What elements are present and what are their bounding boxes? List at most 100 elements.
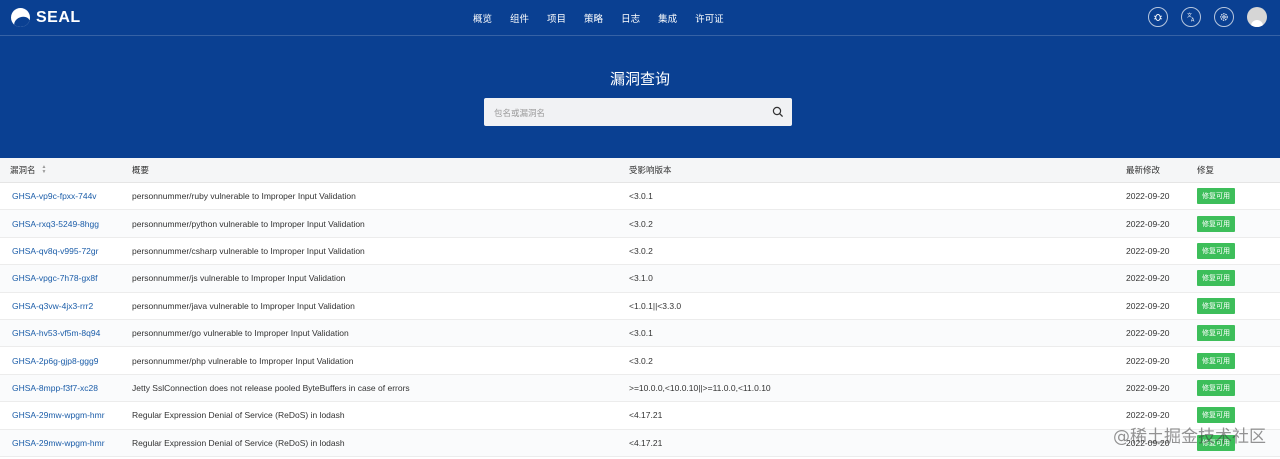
column-header-name[interactable]: 漏洞名 ▲ ▼ (0, 164, 120, 176)
status-badge: 修复可用 (1197, 352, 1235, 369)
status-badge: 修复可用 (1197, 270, 1235, 287)
column-header-summary: 概要 (132, 165, 150, 175)
table-row[interactable]: GHSA-q3vw-4jx3-rrr2 personnummer/java vul… (0, 293, 1280, 320)
status-badge: 修复可用 (1197, 325, 1235, 342)
vuln-name-link[interactable]: GHSA-rxq3-5249-8hgg (12, 219, 99, 229)
vuln-name-link[interactable]: GHSA-2p6g-gjp8-ggg9 (12, 356, 98, 366)
vuln-summary: personnummer/python vulnerable to Improp… (132, 218, 365, 229)
table-row[interactable]: GHSA-vp9c-fpxx-744v personnummer/ruby vul… (0, 183, 1280, 211)
bug-icon[interactable] (1148, 7, 1168, 27)
cell-name: GHSA-2p6g-gjp8-ggg9 (0, 356, 120, 366)
nav-item-logs[interactable]: 日志 (621, 11, 640, 25)
cell-fix: 修复可用 (1187, 215, 1267, 232)
avatar[interactable] (1247, 7, 1267, 27)
seal-logo-icon (11, 8, 30, 27)
settings-icon[interactable] (1214, 7, 1234, 27)
cell-name: GHSA-8mpp-f3f7-xc28 (0, 383, 120, 393)
cell-name: GHSA-q3vw-4jx3-rrr2 (0, 301, 120, 311)
table-header: 漏洞名 ▲ ▼ 概要 受影响版本 最新修改 修复 (0, 158, 1280, 183)
cell-name: GHSA-vp9c-fpxx-744v (0, 191, 120, 201)
vuln-name-link[interactable]: GHSA-q3vw-4jx3-rrr2 (12, 301, 93, 311)
vuln-name-link[interactable]: GHSA-vp9c-fpxx-744v (12, 191, 97, 201)
header: SEAL 概览 组件 项目 策略 日志 集成 许可证 文A 漏洞查询 (0, 0, 1280, 158)
status-badge: 修复可用 (1197, 297, 1235, 314)
vuln-name-link[interactable]: GHSA-29mw-wpgm-hmr (12, 410, 105, 420)
cell-fix: 修复可用 (1187, 379, 1267, 396)
status-badge: 修复可用 (1197, 242, 1235, 259)
vuln-name-link[interactable]: GHSA-8mpp-f3f7-xc28 (12, 383, 98, 393)
vuln-summary: Jetty SslConnection does not release poo… (132, 382, 410, 393)
svg-text:A: A (1191, 18, 1195, 23)
cell-fix: 修复可用 (1187, 352, 1267, 369)
affected-versions: <3.0.2 (629, 245, 653, 256)
vuln-summary: personnummer/java vulnerable to Improper… (132, 300, 355, 311)
nav-item-projects[interactable]: 项目 (547, 11, 566, 25)
affected-versions: <1.0.1||<3.3.0 (629, 300, 682, 311)
affected-versions: <3.0.2 (629, 218, 653, 229)
affected-versions: <3.0.1 (629, 328, 653, 339)
nav-item-overview[interactable]: 概览 (473, 11, 492, 25)
vuln-summary: personnummer/csharp vulnerable to Improp… (132, 245, 365, 256)
vuln-name-link[interactable]: GHSA-29mw-wpgm-hmr (12, 438, 105, 448)
vuln-summary: personnummer/php vulnerable to Improper … (132, 355, 354, 366)
table-row[interactable]: GHSA-rxq3-5249-8hgg personnummer/python v… (0, 210, 1280, 238)
cell-name: GHSA-29mw-wpgm-hmr (0, 410, 120, 420)
logo-text: SEAL (36, 8, 81, 26)
table-row[interactable]: GHSA-hv53-vf5m-8q94 personnummer/go vulne… (0, 319, 1280, 348)
status-badge: 修复可用 (1197, 407, 1235, 424)
nav-item-policies[interactable]: 策略 (584, 11, 603, 25)
affected-versions: <3.1.0 (629, 273, 653, 284)
modified-date: 2022-09-20 (1126, 328, 1170, 339)
nav-item-licenses[interactable]: 许可证 (695, 11, 724, 25)
modified-date: 2022-09-20 (1126, 300, 1170, 311)
cell-fix: 修复可用 (1187, 188, 1267, 205)
cell-name: GHSA-qv8q-v995-72gr (0, 246, 120, 256)
column-header-fix: 修复 (1197, 165, 1215, 175)
modified-date: 2022-09-20 (1126, 355, 1170, 366)
cell-name: GHSA-hv53-vf5m-8q94 (0, 328, 120, 338)
vuln-summary: Regular Expression Denial of Service (Re… (132, 437, 345, 448)
vuln-name-link[interactable]: GHSA-qv8q-v995-72gr (12, 246, 98, 256)
toolbar-icons: 文A (1135, 7, 1267, 27)
cell-fix: 修复可用 (1187, 270, 1267, 287)
vuln-summary: personnummer/go vulnerable to Improper I… (132, 328, 349, 339)
nav-item-integrations[interactable]: 集成 (658, 11, 677, 25)
search-icon[interactable] (772, 106, 784, 118)
cell-name: GHSA-29mw-wpgm-hmr (0, 438, 120, 448)
modified-date: 2022-09-20 (1126, 191, 1170, 202)
column-header-modified: 最新修改 (1126, 165, 1161, 175)
column-header-affected: 受影响版本 (629, 165, 672, 175)
cell-fix: 修复可用 (1187, 242, 1267, 259)
sort-icon[interactable]: ▲ ▼ (42, 165, 47, 175)
cell-fix: 修复可用 (1187, 407, 1267, 424)
cell-fix: 修复可用 (1187, 297, 1267, 314)
affected-versions: <4.17.21 (629, 437, 663, 448)
page-title: 漏洞查询 (609, 71, 670, 88)
search-input[interactable] (492, 104, 766, 122)
affected-versions: <3.0.1 (629, 191, 653, 202)
translate-icon[interactable]: 文A (1181, 7, 1201, 27)
watermark: @稀土掘金技术社区 (1113, 427, 1266, 447)
vuln-summary: Regular Expression Denial of Service (Re… (132, 410, 345, 421)
top-navbar: SEAL 概览 组件 项目 策略 日志 集成 许可证 文A (0, 0, 1280, 36)
table-row[interactable]: GHSA-29mw-wpgm-hmr Regular Expression Den… (0, 402, 1280, 430)
table-row[interactable]: GHSA-vpgc-7h78-gx8f personnummer/js vulne… (0, 265, 1280, 293)
table-row[interactable]: GHSA-2p6g-gjp8-ggg9 personnummer/php vuln… (0, 347, 1280, 375)
status-badge: 修复可用 (1197, 379, 1235, 396)
cell-fix: 修复可用 (1187, 325, 1267, 342)
cell-name: GHSA-vpgc-7h78-gx8f (0, 273, 120, 283)
modified-date: 2022-09-20 (1126, 382, 1170, 393)
affected-versions: >=10.0.0,<10.0.10||>=11.0.0,<11.0.10 (629, 382, 771, 393)
cell-name: GHSA-rxq3-5249-8hgg (0, 219, 120, 229)
vuln-name-link[interactable]: GHSA-vpgc-7h78-gx8f (12, 273, 98, 283)
modified-date: 2022-09-20 (1126, 410, 1170, 421)
table-row[interactable]: GHSA-29mw-wpgm-hmr Regular Expression Den… (0, 429, 1280, 457)
table-row[interactable]: GHSA-qv8q-v995-72gr personnummer/csharp v… (0, 238, 1280, 266)
modified-date: 2022-09-20 (1126, 245, 1170, 256)
logo[interactable]: SEAL (11, 8, 81, 27)
vuln-name-link[interactable]: GHSA-hv53-vf5m-8q94 (12, 328, 100, 338)
nav-item-components[interactable]: 组件 (510, 11, 529, 25)
table-body: GHSA-vp9c-fpxx-744v personnummer/ruby vul… (0, 183, 1280, 457)
table-row[interactable]: GHSA-8mpp-f3f7-xc28 Jetty SslConnection d… (0, 374, 1280, 403)
affected-versions: <4.17.21 (629, 410, 663, 421)
